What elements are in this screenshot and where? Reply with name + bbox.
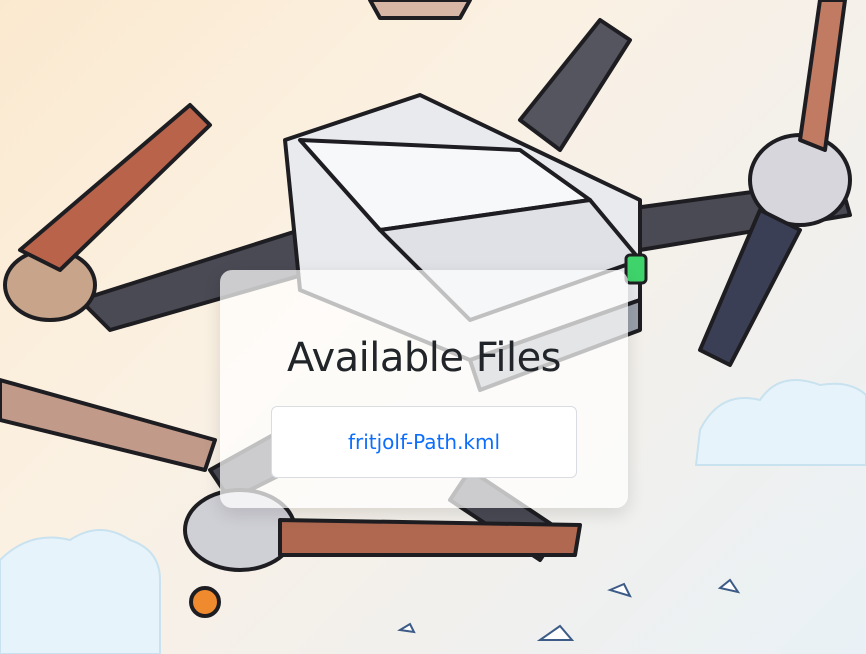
page-title: Available Files <box>286 335 562 381</box>
file-link[interactable]: fritjolf-Path.kml <box>348 430 500 454</box>
files-card: Available Files fritjolf-Path.kml <box>220 270 628 508</box>
list-item[interactable]: fritjolf-Path.kml <box>271 406 577 478</box>
page-background: Available Files fritjolf-Path.kml <box>0 0 866 654</box>
file-list: fritjolf-Path.kml <box>271 406 577 478</box>
